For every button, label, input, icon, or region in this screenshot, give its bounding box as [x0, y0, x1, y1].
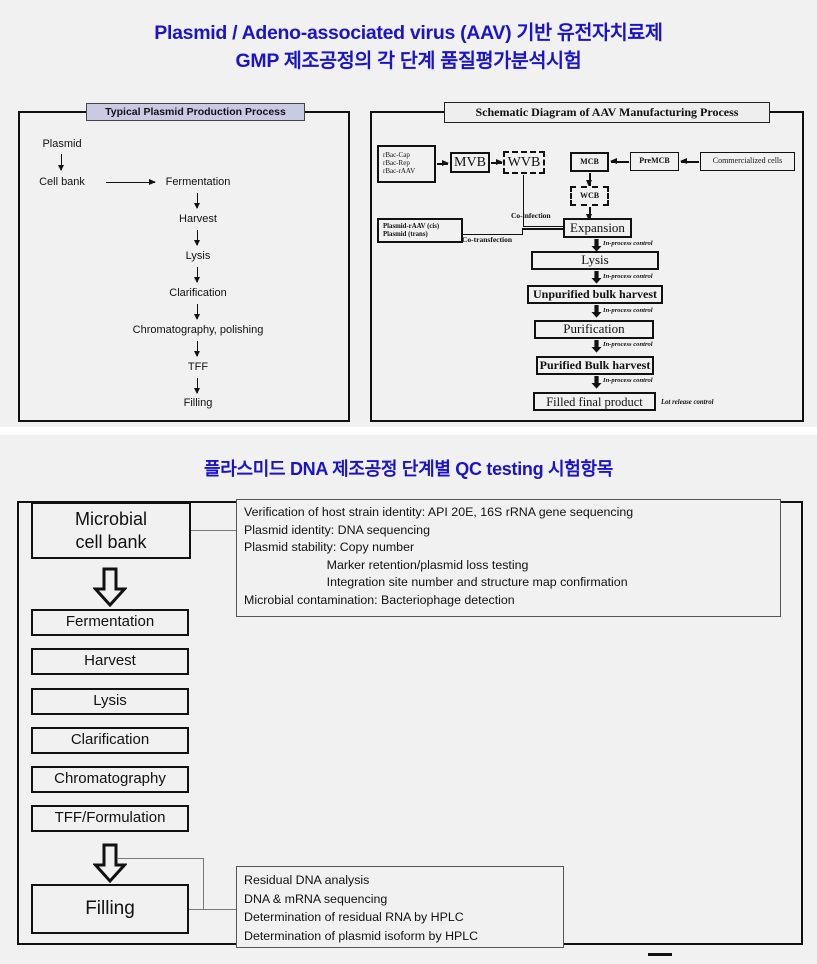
- node-tff: TFF: [187, 361, 209, 373]
- block-arrow-cellbank-fermentation: [93, 567, 127, 607]
- block-arrow-unpurified-purification: [591, 305, 602, 318]
- label-co-infection: Co-infection: [511, 211, 551, 220]
- baculovirus-input-3: rBac-rAAV: [383, 166, 416, 175]
- node-filling: Filling: [183, 397, 213, 409]
- section-divider: [0, 427, 817, 435]
- arrow-mcb-to-wcb: [586, 173, 592, 187]
- plasmid-input-2: Plasmid (trans): [383, 230, 428, 238]
- node-plasmid: Plasmid: [42, 138, 82, 150]
- purified-bulk-harvest-box: Purified Bulk harvest: [536, 356, 654, 375]
- arrow-mvb-to-wvb: [491, 159, 503, 165]
- qc-note-cell-bank: Verification of host strain identity: AP…: [236, 499, 781, 617]
- arrow-fermentation-harvest: [194, 193, 200, 209]
- mvb-box: MVB: [450, 152, 490, 173]
- label-lot-release-control: Lot release control: [661, 399, 714, 406]
- connector-filling-vertical: [203, 859, 205, 910]
- arrow-lysis-clarification: [194, 267, 200, 283]
- qc-box-microbial-cell-bank: Microbial cell bank: [31, 502, 191, 559]
- microbial-cell-bank-line2: cell bank: [75, 531, 147, 552]
- label-co-transfection: Co-transfection: [462, 235, 512, 244]
- typical-plasmid-production-title: Typical Plasmid Production Process: [86, 103, 305, 121]
- wvb-box: WVB: [503, 151, 545, 174]
- connector-cellbank-to-note: [191, 530, 237, 532]
- qc-box-lysis: Lysis: [31, 688, 189, 715]
- node-lysis: Lysis: [185, 250, 211, 262]
- node-cell-bank: Cell bank: [39, 176, 85, 188]
- plasmid-input-1: Plasmid-rAAV (cis): [383, 222, 440, 230]
- microbial-cell-bank-line1: Microbial: [74, 509, 148, 529]
- label-in-process-control-5: In-process control: [603, 377, 653, 384]
- block-arrow-purification-purified: [591, 340, 602, 353]
- label-in-process-control-1: In-process control: [603, 240, 653, 247]
- screenshot-root: Plasmid / Adeno-associated virus (AAV) 기…: [0, 0, 817, 964]
- arrow-tff-filling: [194, 378, 200, 394]
- bottom-section-title: 플라스미드 DNA 제조공정 단계별 QC testing 시험항목: [203, 459, 614, 479]
- arrow-plasmid-to-cellbank: [58, 154, 64, 171]
- typical-plasmid-production-panel: [18, 111, 350, 422]
- arrow-cells-to-premcb: [680, 158, 699, 164]
- baculovirus-inputs-box: rBac-Cap rBac-Rep rBac-rAAV: [377, 145, 436, 183]
- connector-filling-top: [117, 858, 204, 860]
- premcb-box: PreMCB: [630, 152, 679, 171]
- block-arrow-lysis-unpurified: [591, 271, 602, 284]
- arrow-premcb-to-mcb: [610, 158, 629, 164]
- arrow-cellbank-to-fermentation: [106, 178, 156, 185]
- arrow-clarification-chromatography: [194, 304, 200, 320]
- qc-box-chromatography: Chromatography: [31, 766, 189, 793]
- node-clarification: Clarification: [169, 287, 227, 299]
- filled-final-product-box: Filled final product: [533, 392, 656, 411]
- arrow-harvest-lysis: [194, 230, 200, 246]
- arrow-bac-to-mvb: [437, 160, 449, 166]
- unpurified-bulk-harvest-box: Unpurified bulk harvest: [527, 285, 663, 304]
- purification-box: Purification: [534, 320, 654, 339]
- qc-box-harvest: Harvest: [31, 648, 189, 675]
- node-chromatography-polishing: Chromatography, polishing: [132, 324, 264, 336]
- block-arrow-tff-filling: [93, 843, 127, 883]
- commercialized-cells-box: Commercialized cells: [700, 152, 795, 171]
- expansion-box: Expansion: [563, 218, 632, 238]
- aav-manufacturing-title: Schematic Diagram of AAV Manufacturing P…: [444, 102, 770, 123]
- node-harvest: Harvest: [179, 213, 217, 225]
- label-in-process-control-2: In-process control: [603, 273, 653, 280]
- plasmid-inputs-box: Plasmid-rAAV (cis) Plasmid (trans): [377, 218, 463, 243]
- block-arrow-purified-filled: [591, 376, 602, 389]
- qc-box-tff-formulation: TFF/Formulation: [31, 805, 189, 832]
- mcb-box: MCB: [570, 152, 609, 172]
- lysis-box: Lysis: [531, 251, 659, 270]
- page-title-line1: Plasmid / Adeno-associated virus (AAV) 기…: [154, 22, 663, 44]
- wcb-box: WCB: [570, 186, 609, 206]
- qc-box-fermentation: Fermentation: [31, 609, 189, 636]
- qc-box-clarification: Clarification: [31, 727, 189, 754]
- scan-artifact: [648, 953, 672, 956]
- page-title-line2: GMP 제조공정의 각 단계 품질평가분석시험: [235, 50, 582, 72]
- node-fermentation: Fermentation: [165, 176, 231, 188]
- label-in-process-control-4: In-process control: [603, 341, 653, 348]
- arrow-chromatography-tff: [194, 341, 200, 357]
- qc-note-filling: Residual DNA analysis DNA & mRNA sequenc…: [236, 866, 564, 948]
- label-in-process-control-3: In-process control: [603, 307, 653, 314]
- qc-box-filling: Filling: [31, 884, 189, 934]
